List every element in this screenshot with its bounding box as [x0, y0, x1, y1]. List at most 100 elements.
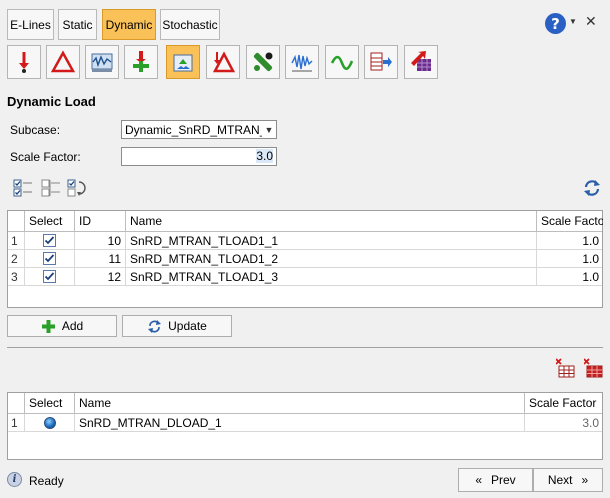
- row-select-checkbox[interactable]: [25, 232, 75, 249]
- status-text: Ready: [29, 474, 64, 488]
- section-title: Dynamic Load: [7, 94, 96, 109]
- chevron-down-icon: ▼: [264, 124, 274, 135]
- row-id: 12: [75, 268, 126, 285]
- scale-factor-value: 3.0: [256, 149, 273, 163]
- tool-force-button[interactable]: [7, 45, 41, 79]
- update-button[interactable]: Update: [122, 315, 232, 337]
- header-id[interactable]: ID: [75, 211, 126, 231]
- tool-triangle-button[interactable]: [46, 45, 80, 79]
- deselect-all-button[interactable]: [41, 178, 61, 198]
- checkmark-icon: [44, 272, 55, 281]
- table-row[interactable]: 3 12 SnRD_MTRAN_TLOAD1_3 1.0: [8, 268, 602, 286]
- add-button-label: Add: [61, 319, 84, 333]
- divider: [7, 347, 603, 348]
- green-plus-icon: [133, 51, 149, 72]
- signal-icon: [91, 53, 113, 72]
- tool-add-load-button[interactable]: [124, 45, 158, 79]
- subcase-label: Subcase:: [10, 123, 61, 137]
- load-table-header: Select ID Name Scale Factor: [8, 211, 603, 232]
- next-icon: »: [581, 473, 589, 487]
- load-case-icon: [173, 54, 193, 72]
- next-button-label: Next: [547, 473, 573, 487]
- table-row[interactable]: 1 10 SnRD_MTRAN_TLOAD1_1 1.0: [8, 232, 602, 250]
- invert-selection-button[interactable]: [67, 178, 87, 198]
- tool-signal-button[interactable]: [85, 45, 119, 79]
- tool-wave-button[interactable]: [325, 45, 359, 79]
- triangle-icon: [50, 50, 76, 73]
- tool-load-case-button[interactable]: [166, 45, 200, 79]
- wave-icon: [330, 55, 354, 71]
- table-row[interactable]: 2 11 SnRD_MTRAN_TLOAD1_2 1.0: [8, 250, 602, 268]
- tool-triangle-marker-button[interactable]: [206, 45, 240, 79]
- next-button[interactable]: Next »: [533, 468, 603, 492]
- row-select-checkbox[interactable]: [25, 250, 75, 267]
- tool-wrench-button[interactable]: [246, 45, 280, 79]
- force-icon: [19, 52, 29, 73]
- scale-factor-input[interactable]: 3.0: [121, 147, 277, 166]
- row-number: 2: [8, 250, 25, 267]
- row-scale-factor[interactable]: 1.0: [537, 268, 603, 285]
- checkmark-icon: [44, 236, 55, 245]
- subcase-select[interactable]: Dynamic_SnRD_MTRAN_2 ▼: [121, 120, 277, 139]
- check-all-icon: [13, 179, 32, 197]
- dload-table: Select Name Scale Factor 1 SnRD_MTRAN_DL…: [7, 392, 603, 460]
- green-plus-icon: [41, 319, 55, 333]
- info-icon: i: [7, 472, 22, 487]
- header-name[interactable]: Name: [126, 211, 537, 231]
- scale-factor-label: Scale Factor:: [10, 150, 81, 164]
- delete-table-icon: [583, 358, 603, 378]
- row-scale-factor[interactable]: 1.0: [537, 250, 603, 267]
- table-arrow-icon: [370, 52, 392, 71]
- subcase-value: Dynamic_SnRD_MTRAN_2: [125, 122, 262, 137]
- refresh-button[interactable]: [582, 178, 602, 198]
- help-dropdown-icon[interactable]: ▼: [569, 17, 577, 26]
- row-select-radio[interactable]: [25, 414, 75, 431]
- header-select[interactable]: Select: [25, 211, 75, 231]
- tool-table-arrow-button[interactable]: [364, 45, 398, 79]
- table-row[interactable]: 1 SnRD_MTRAN_DLOAD_1 3.0: [8, 414, 602, 432]
- tab-stochastic[interactable]: Stochastic: [160, 9, 220, 40]
- triangle-marker-icon: [212, 51, 236, 73]
- tool-arrow-grid-button[interactable]: [404, 45, 438, 79]
- select-all-button[interactable]: [13, 178, 33, 198]
- row-scale-factor: 3.0: [582, 415, 599, 430]
- row-number: 3: [8, 268, 25, 285]
- tab-dynamic[interactable]: Dynamic: [102, 9, 156, 40]
- checkmark-icon: [44, 254, 55, 263]
- row-id: 10: [75, 232, 126, 249]
- dload-table-header: Select Name Scale Factor: [8, 393, 602, 414]
- row-name: SnRD_MTRAN_TLOAD1_2: [126, 250, 537, 267]
- header-scale-factor[interactable]: Scale Factor: [525, 393, 603, 413]
- arrow-grid-icon: [411, 51, 431, 71]
- prev-button-label: Prev: [491, 473, 516, 487]
- header-select[interactable]: Select: [25, 393, 75, 413]
- uncheck-all-icon: [41, 179, 60, 197]
- wrench-icon: [253, 52, 273, 72]
- delete-row-button[interactable]: [555, 358, 576, 378]
- load-table: Select ID Name Scale Factor 1 10 SnRD_MT…: [7, 210, 603, 308]
- tab-e-lines[interactable]: E-Lines: [7, 9, 54, 40]
- row-number: 1: [8, 232, 25, 249]
- invert-selection-icon: [67, 179, 86, 197]
- refresh-icon: [148, 319, 162, 333]
- prev-icon: «: [475, 473, 482, 487]
- row-name: SnRD_MTRAN_TLOAD1_3: [126, 268, 537, 285]
- row-id: 11: [75, 250, 126, 267]
- header-name[interactable]: Name: [75, 393, 525, 413]
- header-scale-factor[interactable]: Scale Factor: [537, 211, 603, 231]
- row-name: SnRD_MTRAN_TLOAD1_1: [126, 232, 537, 249]
- delete-table-row-icon: [555, 358, 575, 378]
- tool-spectrum-button[interactable]: [285, 45, 319, 79]
- row-scale-factor[interactable]: 1.0: [537, 232, 603, 249]
- help-icon[interactable]: ?: [545, 13, 566, 34]
- spectrum-icon: [291, 54, 313, 72]
- prev-button[interactable]: « Prev: [458, 468, 533, 492]
- close-icon[interactable]: ✕: [585, 13, 597, 30]
- delete-all-rows-button[interactable]: [583, 358, 604, 378]
- row-select-checkbox[interactable]: [25, 268, 75, 285]
- add-button[interactable]: Add: [7, 315, 117, 337]
- tab-static[interactable]: Static: [58, 9, 97, 40]
- row-number: 1: [8, 414, 25, 431]
- update-button-label: Update: [168, 319, 207, 333]
- radio-selected-icon: [43, 416, 56, 429]
